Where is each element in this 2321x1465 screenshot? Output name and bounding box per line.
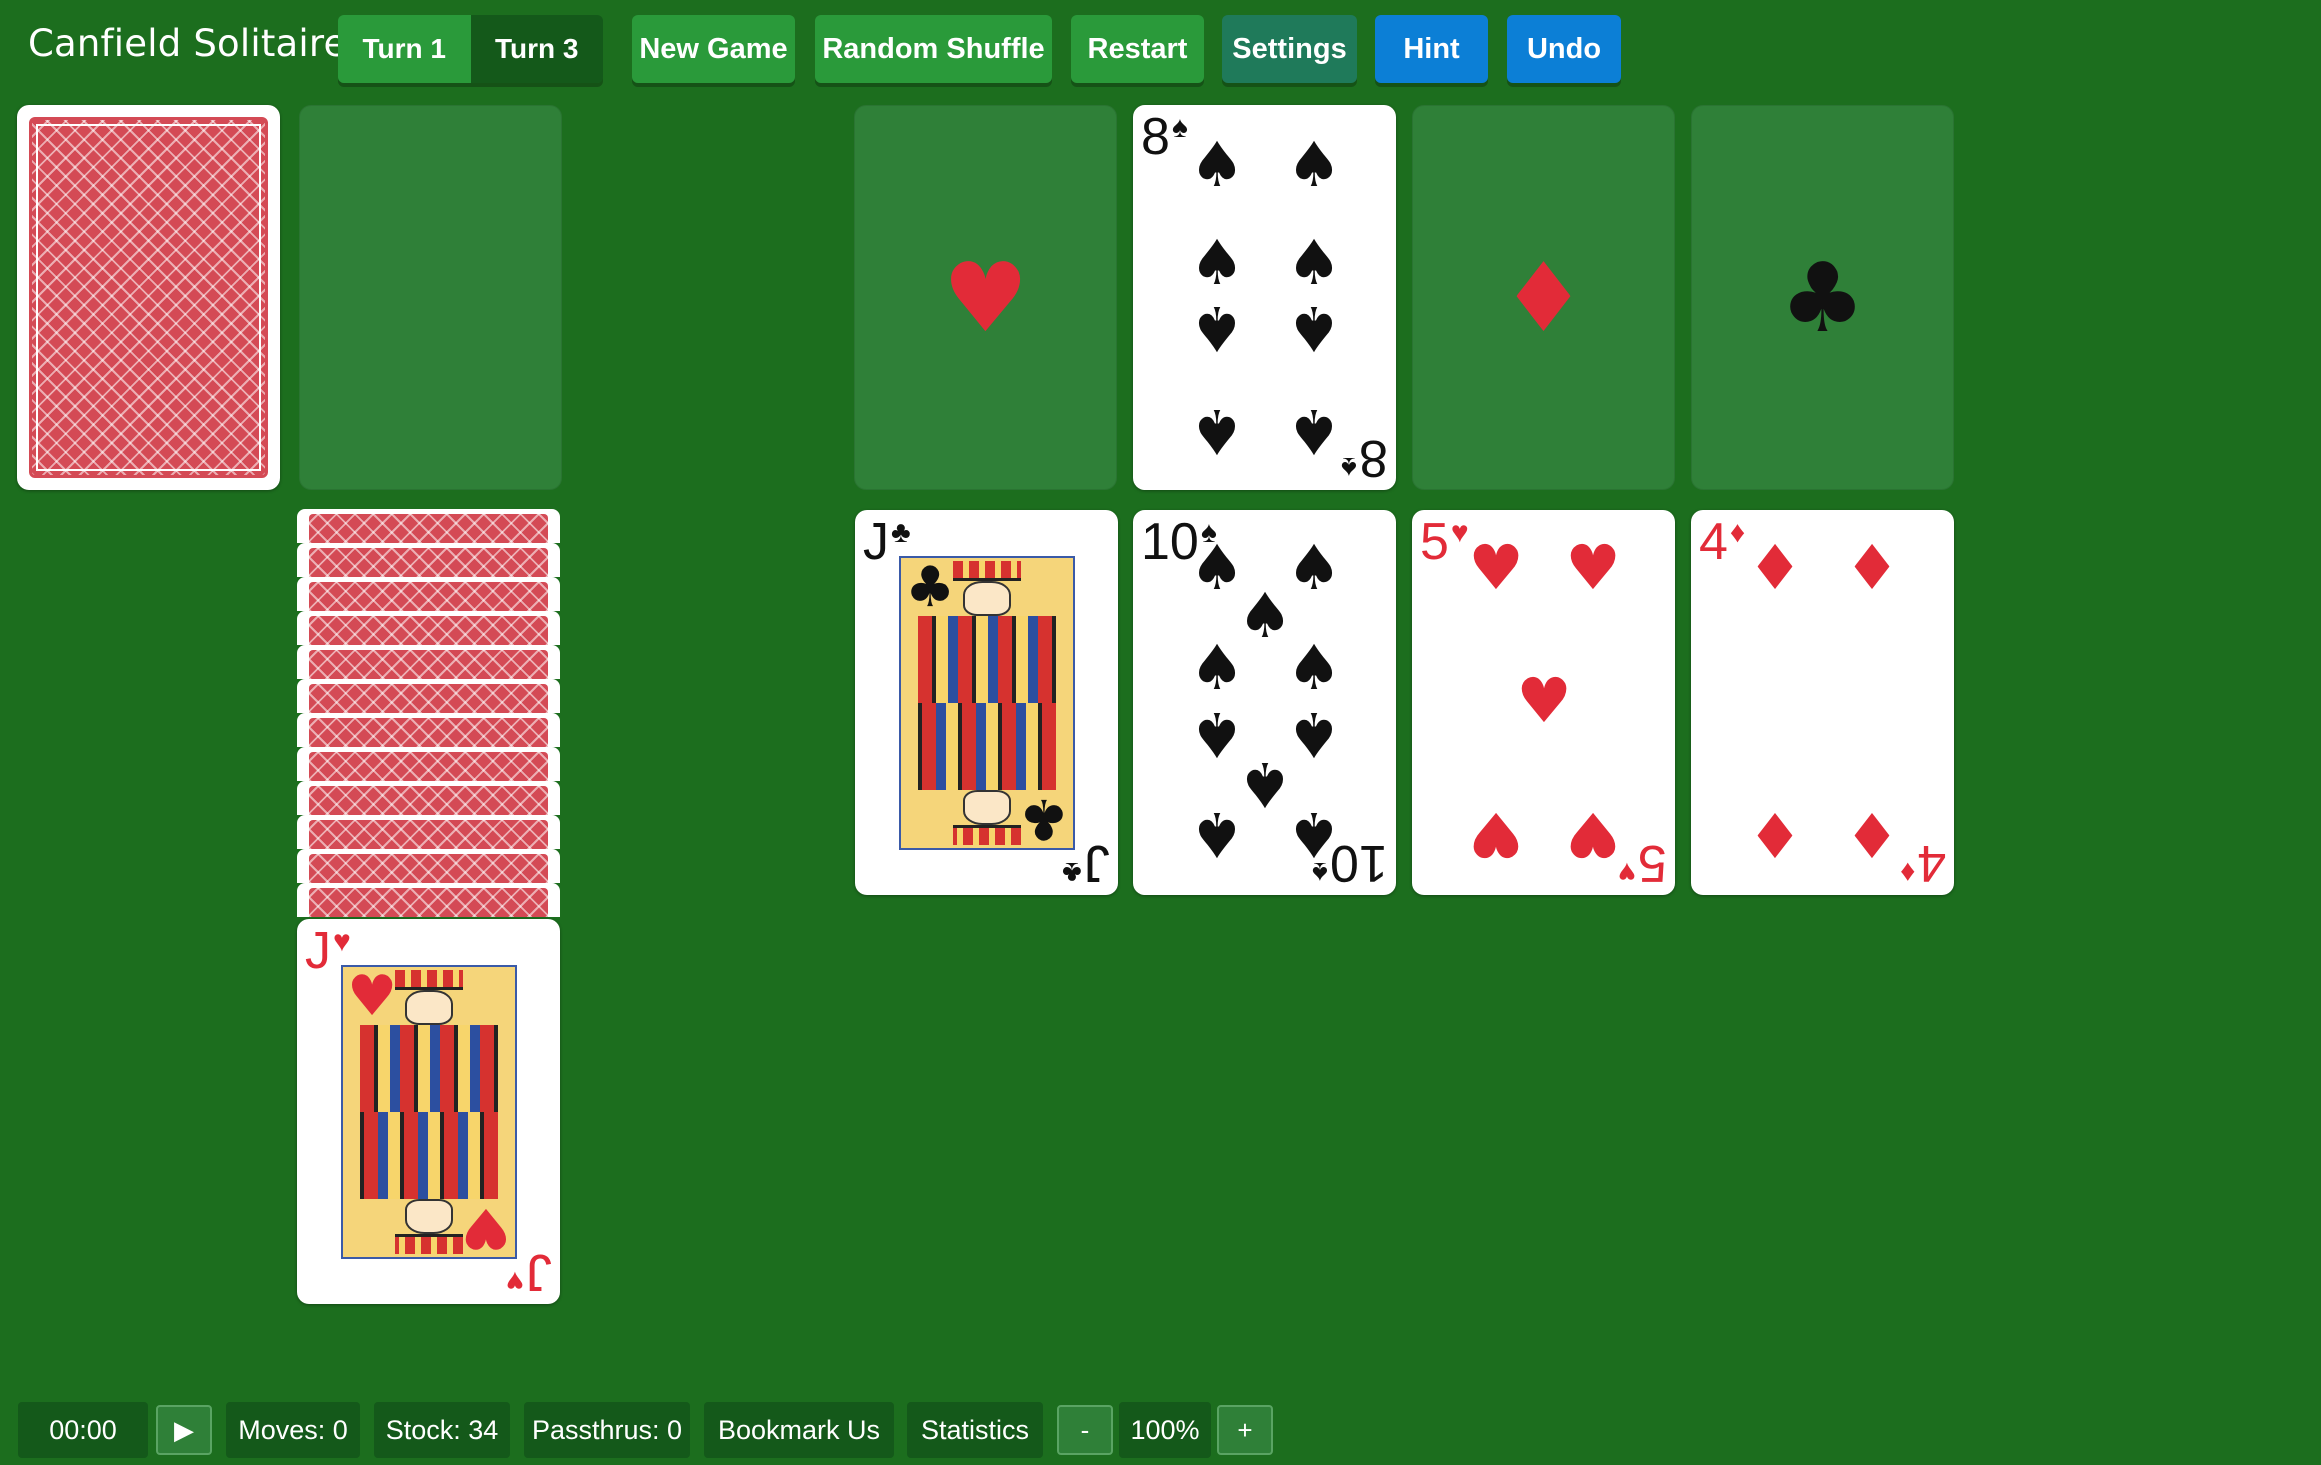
- jack-face-illustration: ♣ ♣: [899, 556, 1075, 850]
- heart-icon: ♥: [1565, 798, 1621, 871]
- card-corner: 4 ♦: [1899, 834, 1946, 892]
- stock-counter: Stock: 34: [374, 1402, 510, 1458]
- tableau-card-3[interactable]: 5 ♥ 5 ♥ ♥ ♥ ♥ ♥ ♥: [1412, 510, 1675, 895]
- spade-icon: ♠: [1189, 395, 1245, 468]
- reserve-face-down-card: [297, 679, 560, 713]
- zoom-out-button[interactable]: -: [1057, 1405, 1113, 1455]
- spade-icon: ♠: [1286, 226, 1342, 299]
- bookmark-button[interactable]: Bookmark Us: [704, 1402, 894, 1458]
- jack-face-illustration: ♥ ♥: [341, 965, 517, 1259]
- diamond-icon: ♦: [1747, 798, 1803, 871]
- spade-icon: ♠: [1286, 395, 1342, 468]
- play-icon: ▶: [174, 1414, 194, 1445]
- moves-counter: Moves: 0: [226, 1402, 360, 1458]
- club-icon: ♣: [1018, 786, 1069, 850]
- diamond-icon: ♦: [1844, 798, 1900, 871]
- timer-display: 00:00: [18, 1402, 148, 1458]
- card-corner: 5 ♥: [1420, 513, 1469, 571]
- reserve-face-down-card: [297, 713, 560, 747]
- card-back-pattern: [29, 117, 268, 478]
- new-game-button[interactable]: New Game: [632, 15, 795, 83]
- statistics-button[interactable]: Statistics: [907, 1402, 1043, 1458]
- foundation-diamonds[interactable]: ♦: [1412, 105, 1675, 490]
- random-shuffle-button[interactable]: Random Shuffle: [815, 15, 1052, 83]
- card-corner: 8 ♠: [1141, 108, 1188, 166]
- foundation-clubs[interactable]: ♣: [1691, 105, 1954, 490]
- spade-icon: ♠: [1189, 226, 1245, 299]
- reserve-face-down-card: [297, 645, 560, 679]
- reserve-face-down-card: [297, 611, 560, 645]
- reserve-face-down-card: [297, 747, 560, 781]
- spade-icon: ♠: [1286, 292, 1342, 365]
- club-icon: ♣: [905, 556, 956, 620]
- heart-icon: ♥: [1565, 531, 1621, 604]
- spade-icon: ♠: [1189, 798, 1245, 871]
- heart-icon: ♥: [460, 1195, 511, 1259]
- settings-button[interactable]: Settings: [1222, 15, 1357, 83]
- card-corner: 8 ♠: [1341, 429, 1388, 487]
- reserve-face-down-card: [297, 577, 560, 611]
- reserve-face-down-card: [297, 849, 560, 883]
- reserve-face-down-card: [297, 781, 560, 815]
- spade-icon: ♠: [1286, 128, 1342, 201]
- diamond-icon: ♦: [1500, 241, 1587, 354]
- turn-1-option[interactable]: Turn 1: [338, 15, 471, 83]
- tableau-card-4[interactable]: 4 ♦ 4 ♦ ♦ ♦ ♦ ♦: [1691, 510, 1954, 895]
- heart-icon: ♥: [347, 965, 398, 1029]
- heart-icon: ♥: [942, 241, 1029, 354]
- reserve-face-down-card: [297, 883, 560, 917]
- foundation-hearts[interactable]: ♥: [854, 105, 1117, 490]
- restart-button[interactable]: Restart: [1071, 15, 1204, 83]
- turn-3-option[interactable]: Turn 3: [470, 15, 603, 83]
- stock-pile[interactable]: [17, 105, 280, 490]
- spade-icon: ♠: [1189, 292, 1245, 365]
- heart-icon: ♥: [1468, 798, 1524, 871]
- heart-icon: ♥: [1516, 664, 1572, 737]
- reserve-face-down-card: [297, 543, 560, 577]
- diamond-icon: ♦: [1747, 531, 1803, 604]
- card-corner: 5 ♥: [1618, 834, 1667, 892]
- tableau-card-1[interactable]: J ♣ J ♣ ♣ ♣: [855, 510, 1118, 895]
- diamond-icon: ♦: [1844, 531, 1900, 604]
- reserve-top-card[interactable]: J ♥ J ♥ ♥ ♥: [297, 919, 560, 1304]
- spade-icon: ♠: [1286, 798, 1342, 871]
- reserve-face-down-card: [297, 509, 560, 543]
- waste-pile-empty[interactable]: [299, 105, 562, 490]
- spade-icon: ♠: [1286, 631, 1342, 704]
- play-button[interactable]: ▶: [156, 1405, 212, 1455]
- heart-icon: ♥: [1468, 531, 1524, 604]
- hint-button[interactable]: Hint: [1375, 15, 1488, 83]
- undo-button[interactable]: Undo: [1507, 15, 1621, 83]
- foundation-spades-card[interactable]: 8 ♠ 8 ♠ ♠ ♠ ♠ ♠ ♠ ♠ ♠ ♠: [1133, 105, 1396, 490]
- reserve-face-down-card: [297, 815, 560, 849]
- card-corner: 4 ♦: [1699, 513, 1746, 571]
- zoom-level: 100%: [1119, 1402, 1211, 1458]
- app-title: Canfield Solitaire: [28, 22, 347, 65]
- spade-icon: ♠: [1189, 631, 1245, 704]
- passthrus-counter: Passthrus: 0: [524, 1402, 690, 1458]
- zoom-in-button[interactable]: +: [1217, 1405, 1273, 1455]
- spade-icon: ♠: [1189, 128, 1245, 201]
- club-icon: ♣: [1779, 241, 1866, 354]
- reserve-pile: J ♥ J ♥ ♥ ♥: [297, 509, 560, 1304]
- turn-mode-toggle: Turn 1 Turn 3: [338, 15, 603, 83]
- tableau-card-2[interactable]: 10 ♠ 10 ♠ ♠ ♠ ♠ ♠ ♠ ♠ ♠ ♠ ♠ ♠: [1133, 510, 1396, 895]
